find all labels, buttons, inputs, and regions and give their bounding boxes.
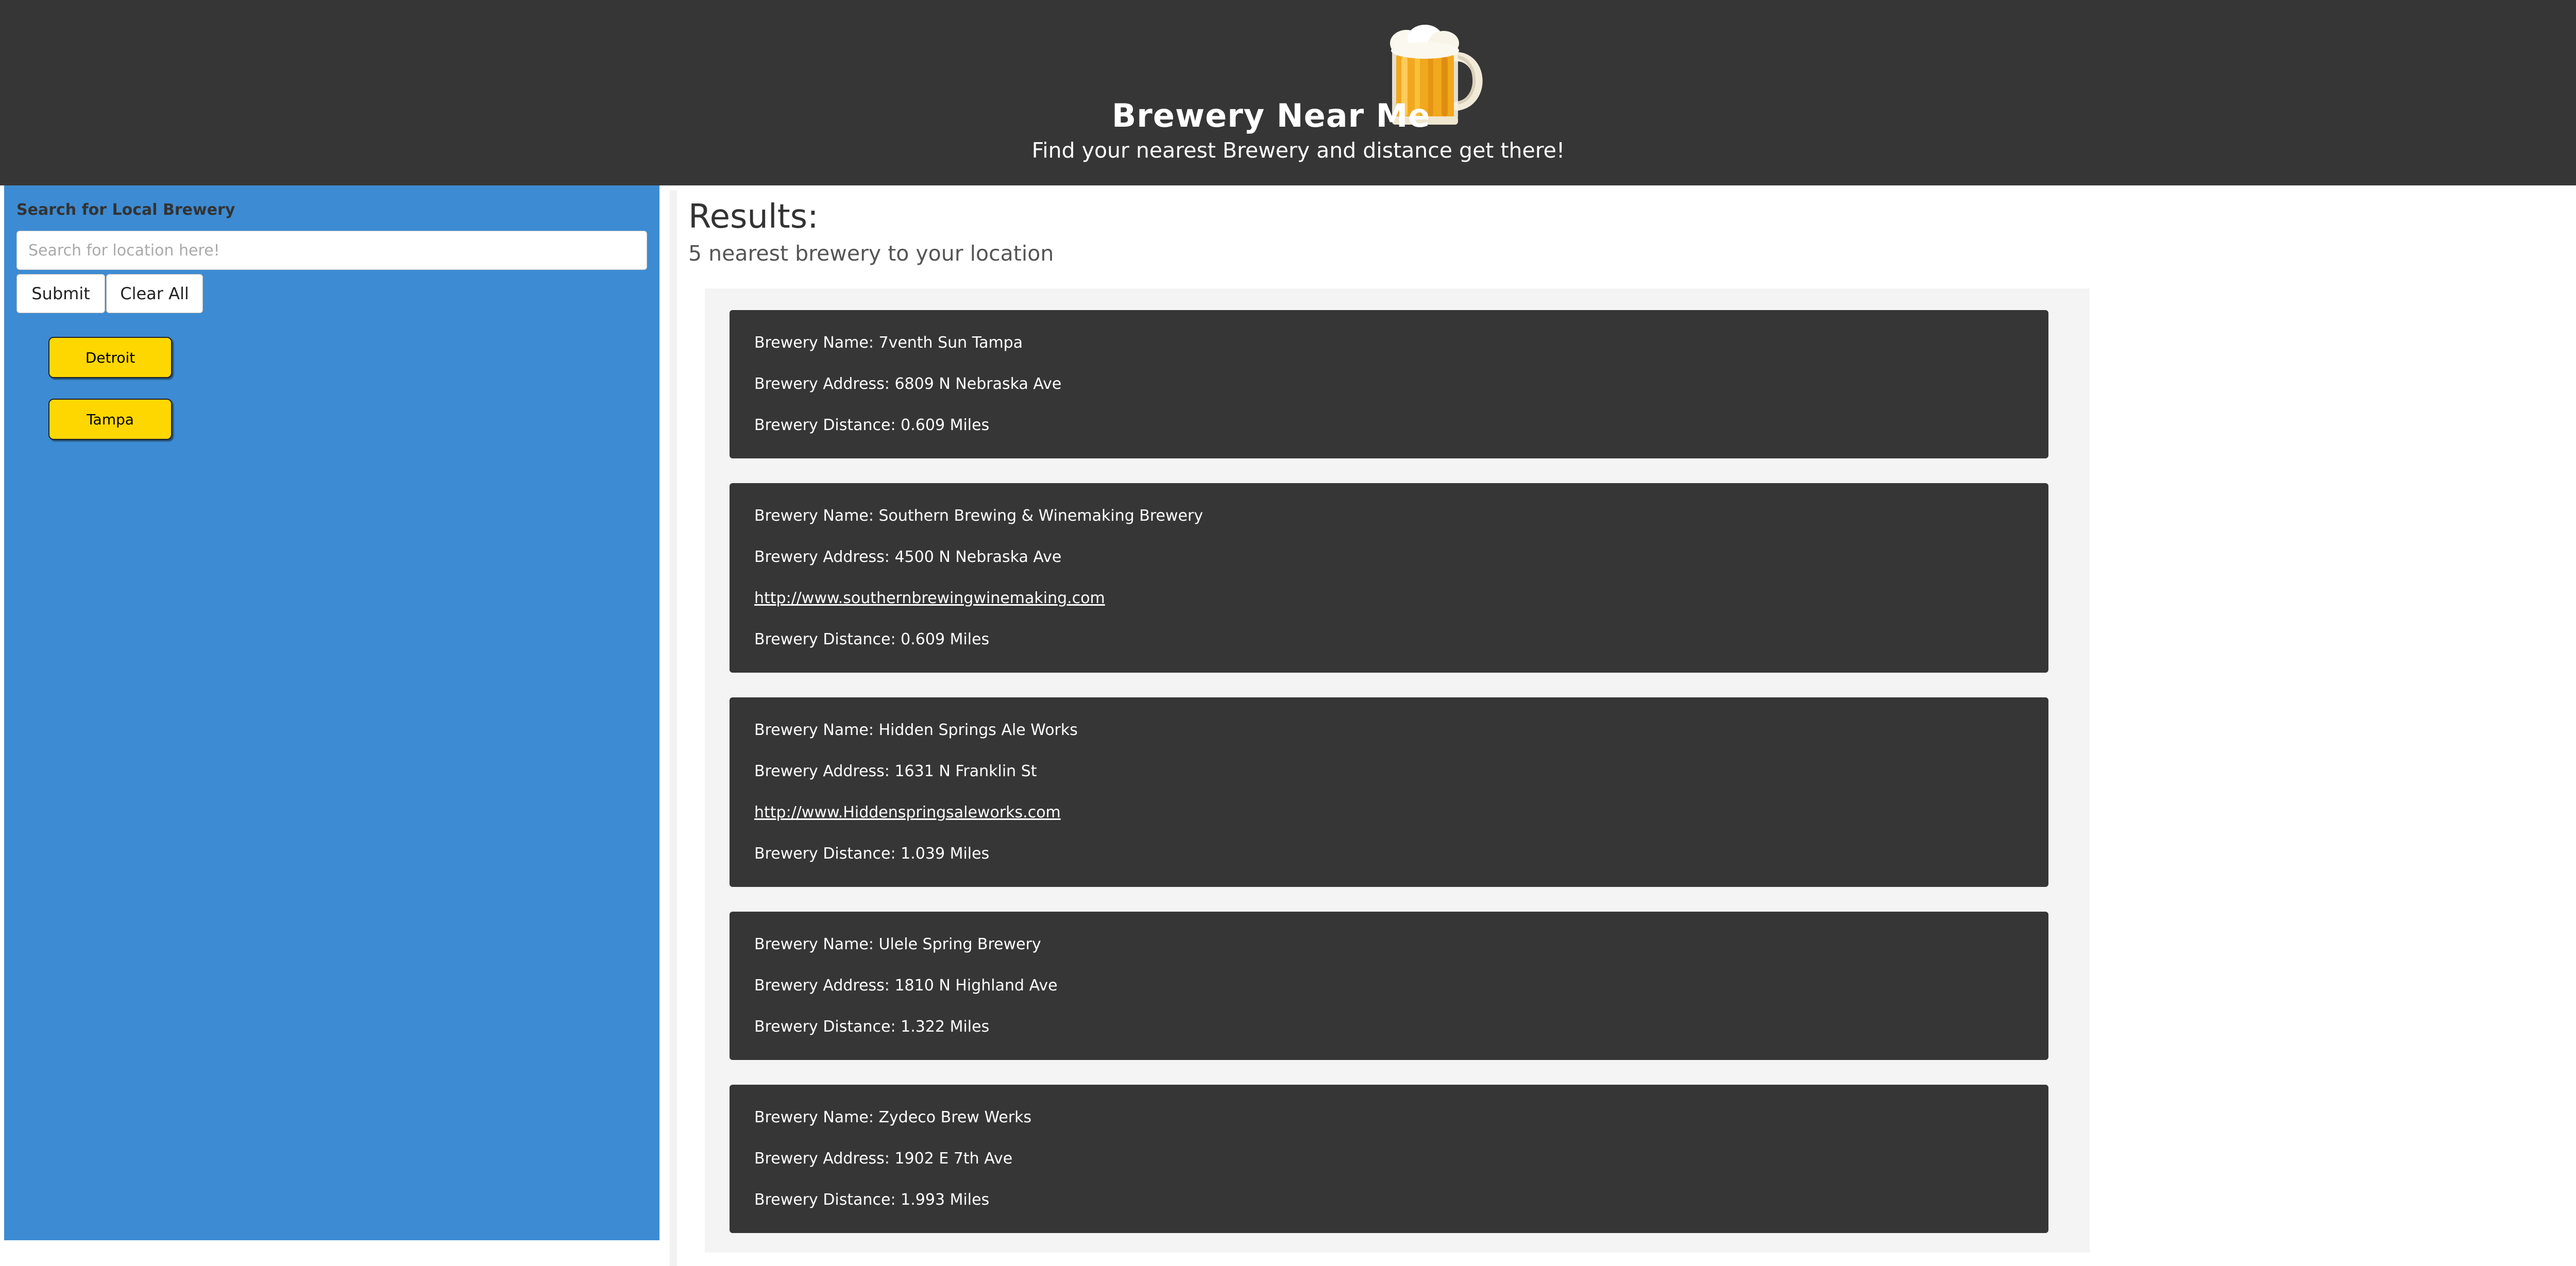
search-heading: Search for Local Brewery xyxy=(16,201,235,219)
brewery-name: Brewery Name: 7venth Sun Tampa xyxy=(754,334,1023,352)
site-title: Brewery Near Me xyxy=(1112,97,1431,134)
brewery-distance: Brewery Distance: 1.039 Miles xyxy=(754,845,990,863)
results-subheading: 5 nearest brewery to your location xyxy=(688,241,1054,266)
site-subtitle: Find your nearest Brewery and distance g… xyxy=(1031,138,1565,163)
results-heading: Results: xyxy=(688,198,819,236)
results-panel: Brewery Name: 7venth Sun Tampa Brewery A… xyxy=(705,288,2090,1253)
brewery-address: Brewery Address: 1631 N Franklin St xyxy=(754,762,1037,780)
brewery-website-link[interactable]: http://www.Hiddenspringsaleworks.com xyxy=(754,803,1061,822)
clear-all-button[interactable]: Clear All xyxy=(106,274,203,313)
brewery-address: Brewery Address: 1810 N Highland Ave xyxy=(754,977,1058,995)
brewery-distance: Brewery Distance: 1.993 Miles xyxy=(754,1191,990,1209)
brewery-card: Brewery Name: 7venth Sun Tampa Brewery A… xyxy=(730,310,2048,458)
brewery-name: Brewery Name: Zydeco Brew Werks xyxy=(754,1108,1032,1126)
submit-button[interactable]: Submit xyxy=(16,274,105,313)
brewery-card: Brewery Name: Southern Brewing & Winemak… xyxy=(730,483,2048,673)
brewery-card: Brewery Name: Zydeco Brew Werks Brewery … xyxy=(730,1085,2048,1233)
brewery-name: Brewery Name: Hidden Springs Ale Works xyxy=(754,721,1078,739)
search-history-detroit-button[interactable]: Detroit xyxy=(48,337,172,378)
brewery-distance: Brewery Distance: 1.322 Miles xyxy=(754,1018,990,1036)
site-header: Brewery Near Me Find your nearest Brewer… xyxy=(0,0,2576,185)
search-history-tampa-button[interactable]: Tampa xyxy=(48,399,172,440)
brewery-card: Brewery Name: Hidden Springs Ale Works B… xyxy=(730,697,2048,887)
search-sidebar: Search for Local Brewery Submit Clear Al… xyxy=(4,185,659,1240)
brewery-name: Brewery Name: Ulele Spring Brewery xyxy=(754,935,1041,953)
brewery-address: Brewery Address: 1902 E 7th Ave xyxy=(754,1150,1013,1168)
brewery-address: Brewery Address: 6809 N Nebraska Ave xyxy=(754,375,1062,393)
brewery-address: Brewery Address: 4500 N Nebraska Ave xyxy=(754,548,1062,566)
column-divider xyxy=(670,191,677,1266)
brewery-website-link[interactable]: http://www.southernbrewingwinemaking.com xyxy=(754,589,1105,607)
brewery-name: Brewery Name: Southern Brewing & Winemak… xyxy=(754,507,1204,525)
brewery-card: Brewery Name: Ulele Spring Brewery Brewe… xyxy=(730,912,2048,1060)
brewery-distance: Brewery Distance: 0.609 Miles xyxy=(754,630,990,648)
brewery-distance: Brewery Distance: 0.609 Miles xyxy=(754,416,990,434)
search-input[interactable] xyxy=(16,231,647,270)
